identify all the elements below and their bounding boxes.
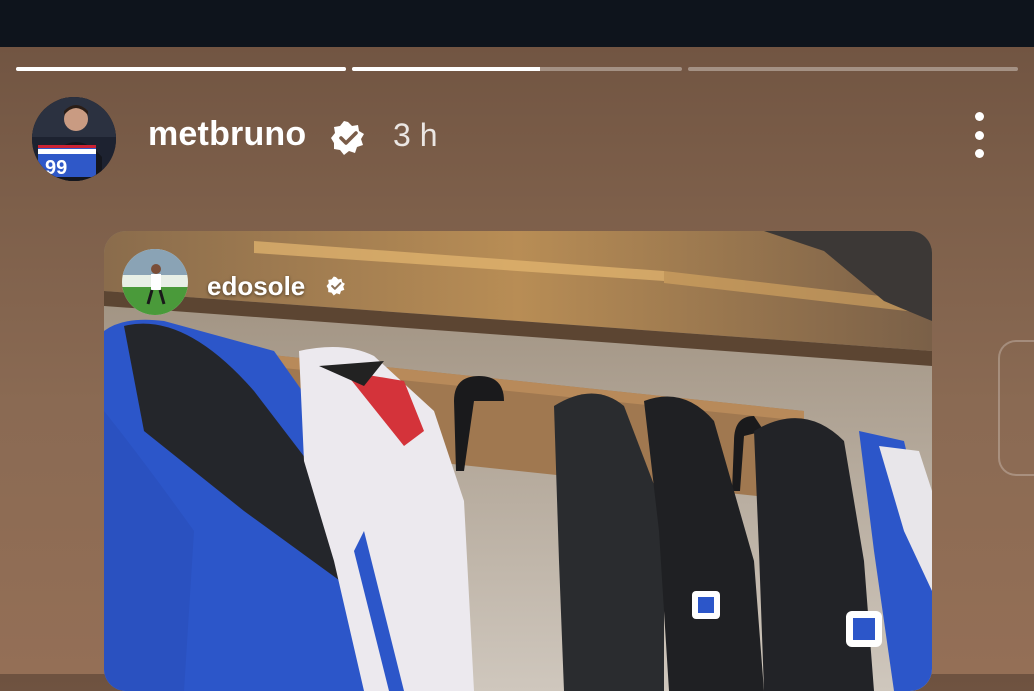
profile-photo-icon: 99 xyxy=(32,97,116,181)
author-username[interactable]: metbruno xyxy=(148,115,306,154)
story-segment-2 xyxy=(352,67,682,71)
svg-text:99: 99 xyxy=(45,157,67,179)
reshared-author-avatar[interactable] xyxy=(122,249,188,315)
more-vertical-icon[interactable] xyxy=(964,112,994,158)
reshared-post-card[interactable]: edosole xyxy=(104,231,932,691)
status-bar xyxy=(0,0,1034,47)
story-header: 99 metbruno 3 h xyxy=(32,97,994,181)
side-panel-handle[interactable] xyxy=(998,340,1034,476)
post-time: 3 h xyxy=(393,117,438,153)
story-segment-1 xyxy=(16,67,346,71)
reshared-username[interactable]: edosole xyxy=(207,271,305,302)
verified-badge-icon xyxy=(326,276,345,296)
segment-fill xyxy=(352,67,541,71)
author-avatar[interactable]: 99 xyxy=(32,97,116,181)
story-segment-3 xyxy=(688,67,1018,71)
profile-photo-icon xyxy=(122,249,188,315)
story-progress-bar xyxy=(16,67,1018,71)
verified-badge-icon xyxy=(331,121,364,155)
segment-fill xyxy=(16,67,346,71)
